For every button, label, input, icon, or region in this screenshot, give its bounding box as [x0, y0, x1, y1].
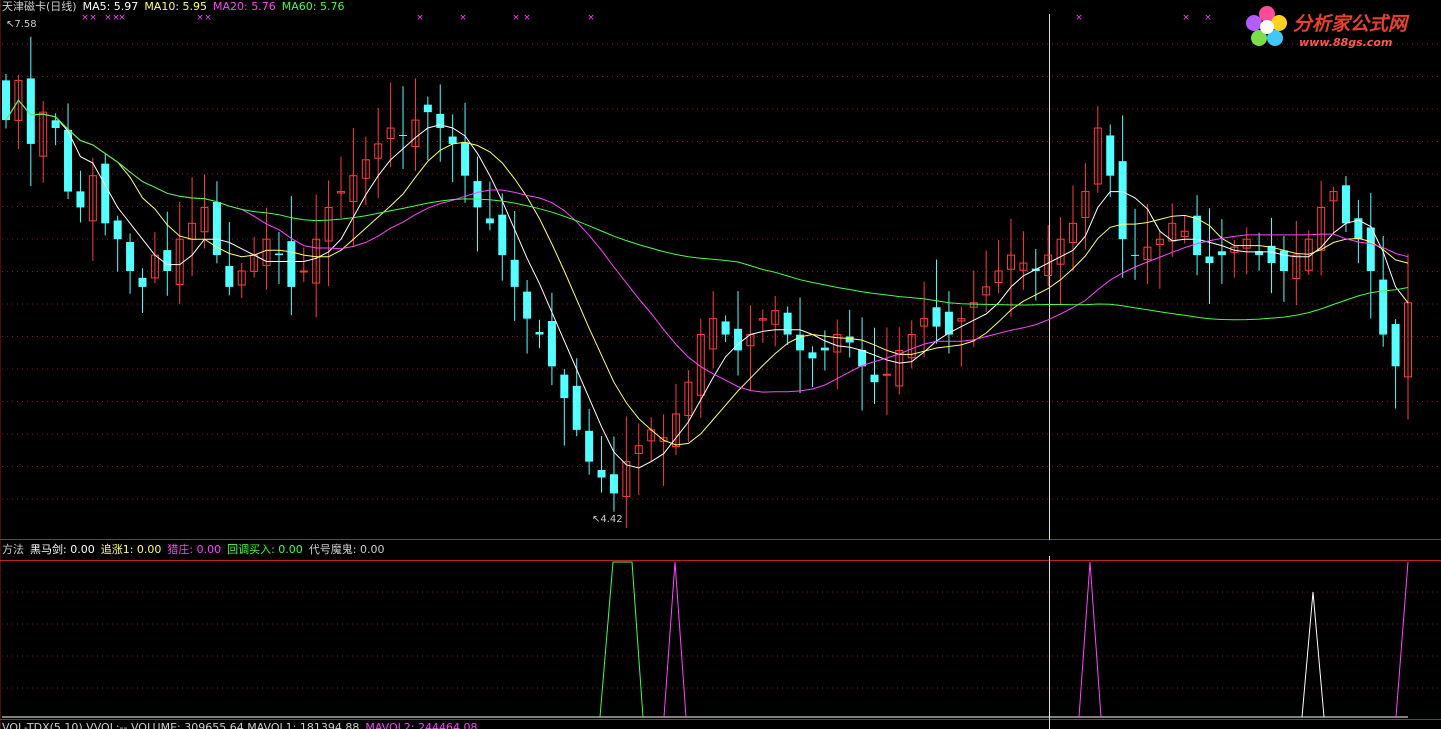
candle-body-down — [932, 307, 941, 327]
candle-body-down — [1131, 254, 1140, 256]
stock-title: 天津磁卡(日线) — [2, 0, 77, 13]
candle-body-down — [51, 120, 60, 129]
signal-marker: × — [1075, 13, 1083, 23]
signal-marker: × — [89, 13, 97, 23]
candle-body-down — [609, 474, 618, 494]
spike-liezhuang — [1078, 561, 1102, 718]
candle-body-down — [1193, 215, 1202, 256]
ma5-line — [5, 99, 1409, 469]
candle-body-down — [1391, 324, 1400, 367]
signal-marker: × — [512, 13, 520, 23]
candle-body-down — [461, 142, 470, 176]
candle-body-down — [820, 347, 829, 351]
signal-marker: × — [204, 13, 212, 23]
logo-url: www.88gs.com — [1299, 36, 1393, 49]
candle-body-down — [721, 321, 730, 335]
ma10-label: MA10: 5.95 — [144, 0, 208, 13]
candle-body-down — [485, 218, 494, 224]
ma60-label: MA60: 5.76 — [281, 0, 345, 13]
candle-body-down — [1217, 251, 1226, 256]
ma20-label: MA20: 5.76 — [213, 0, 276, 13]
candle-body-down — [163, 250, 172, 271]
candle-body-down — [448, 136, 457, 144]
candle-body-down — [523, 291, 532, 319]
candle-body-down — [597, 470, 606, 478]
candle-body-down — [783, 312, 792, 335]
candle-body-down — [225, 265, 234, 287]
candle-body-down — [1279, 250, 1288, 271]
signal-marker: × — [118, 13, 126, 23]
candle-body-down — [287, 241, 296, 287]
signal-marker: × — [104, 13, 112, 23]
ma10-line — [5, 99, 1409, 446]
candle-body-down — [870, 374, 879, 383]
candle-body-down — [572, 385, 581, 430]
candle-body-up — [882, 373, 891, 376]
candle-body-down — [423, 104, 432, 113]
candle-body-down — [1366, 227, 1375, 271]
candle-body-down — [1379, 279, 1388, 335]
candle-body-down — [547, 321, 556, 367]
ma5-label: MA5: 5.97 — [82, 0, 139, 13]
low-price-mark: ↖4.42 — [592, 514, 623, 525]
candle-body-down — [1205, 256, 1214, 264]
logo-title: 分析家公式网 — [1293, 13, 1408, 35]
candle-body-down — [858, 349, 867, 367]
signal-marker: × — [587, 13, 595, 23]
main-chart-header: 天津磁卡(日线) MA5: 5.97 MA10: 5.95 MA20: 5.76 MA6… — [2, 0, 350, 13]
candle-body-down — [1118, 161, 1127, 240]
volume-header: VOL-TDX(5,10) VVOL:-- VOLUME: 309655.64 … — [2, 721, 483, 729]
signal-marker: × — [523, 13, 531, 23]
spike-huidiao — [599, 561, 644, 718]
mavol2-label: MAVOL2: 244464.08 — [365, 721, 478, 729]
flower-logo-icon — [1246, 6, 1287, 46]
candle-body-down — [510, 259, 519, 287]
candle-body-down — [138, 277, 147, 287]
signal-marker: × — [416, 13, 424, 23]
signal-marker: × — [81, 13, 89, 23]
candle-body-up — [299, 270, 308, 273]
site-logo: 分析家公式网 www.88gs.com — [1241, 3, 1431, 53]
candle-body-down — [535, 332, 544, 335]
indicator-chart[interactable] — [0, 540, 1441, 729]
signal-marker: × — [1182, 13, 1190, 23]
candle-body-down — [274, 253, 283, 256]
price-chart[interactable]: × × × ×× × × × × × × × × × × — [0, 0, 1441, 540]
candle-body-down — [2, 80, 10, 121]
signal-marker: × — [196, 13, 204, 23]
spike-liezhuang — [1395, 561, 1409, 718]
candle-body-down — [1106, 135, 1115, 176]
volume-label: VOL-TDX(5,10) VVOL:-- VOLUME: 309655.64 … — [2, 721, 360, 729]
candle-body-down — [101, 163, 110, 224]
candle-body-down — [808, 352, 817, 359]
spike-liezhuang — [663, 561, 687, 718]
signal-marker: × — [459, 13, 467, 23]
candle-body-down — [76, 191, 85, 208]
spike-heima — [1301, 591, 1325, 718]
candle-body-down — [585, 430, 594, 462]
high-price-mark: ↖7.58 — [6, 19, 37, 30]
candle-body-down — [560, 374, 569, 399]
candle-body-down — [113, 220, 122, 240]
candle-body-down — [126, 242, 135, 271]
candle-body-down — [845, 336, 854, 343]
candle-body-down — [64, 129, 73, 192]
candle-body-down — [473, 181, 482, 208]
candle-body-down — [1341, 185, 1350, 224]
signal-marker: × — [1204, 13, 1212, 23]
candle-body-down — [498, 214, 507, 256]
candle-body-down — [399, 134, 408, 136]
